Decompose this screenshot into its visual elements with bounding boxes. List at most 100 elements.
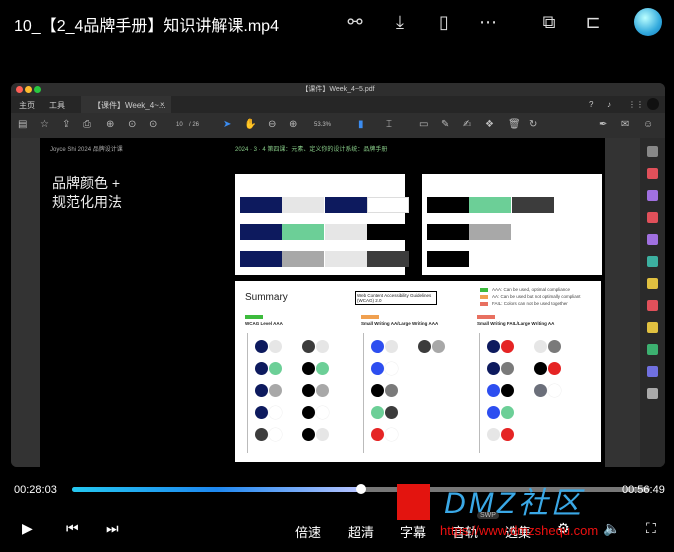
page-count: / 26 [189, 122, 200, 128]
organize-icon[interactable] [647, 212, 658, 223]
more-tools-icon[interactable] [647, 388, 658, 399]
mail-icon[interactable]: ✉ [621, 119, 629, 130]
tab-document-label[interactable]: 【课件】Week_4~... [93, 100, 166, 111]
color-circle [316, 362, 329, 375]
edit-pdf-icon[interactable] [647, 190, 658, 201]
subtitle-button[interactable]: 字幕 [400, 522, 426, 541]
zoom-out-icon[interactable]: ⊖ [268, 119, 276, 130]
page-number[interactable]: 10 [176, 122, 183, 128]
search-icon[interactable] [647, 146, 658, 157]
shapes-icon[interactable]: ❖ [485, 119, 494, 130]
upload-icon[interactable]: ⇪ [62, 119, 70, 130]
fullscreen-icon[interactable]: ⛶ [646, 520, 656, 537]
export-pdf-icon[interactable] [647, 168, 658, 179]
zoom-search-icon[interactable]: ⊕ [106, 119, 114, 130]
color-circle [548, 384, 561, 397]
minimize-window-button[interactable] [25, 86, 32, 93]
next-icon[interactable]: ⏭ [106, 520, 119, 537]
right-panel [605, 138, 640, 467]
tab-row: 主页 工具 【课件】Week_4~... × ? ♪ ⋮⋮ [11, 96, 665, 113]
summary-column: Small Writing FAIL/Large Writing AA [477, 315, 595, 460]
tab-home[interactable]: 主页 [19, 100, 35, 111]
divider [479, 333, 480, 453]
color-circle [316, 384, 329, 397]
print-icon[interactable]: ⎙ [83, 119, 91, 130]
level-tag [245, 315, 263, 319]
rotate-icon[interactable]: ↻ [529, 119, 537, 130]
window-title: 【课件】Week_4~5.pdf [301, 86, 375, 93]
share-tool-icon[interactable] [647, 344, 658, 355]
column-title: Small Writing FAIL/Large Writing AA [477, 321, 555, 326]
color-circle [487, 384, 500, 397]
color-circle [385, 384, 398, 397]
sign-icon[interactable]: ✒ [599, 119, 607, 130]
delete-icon[interactable]: 🗑 [508, 119, 521, 130]
phone-icon[interactable]: ▯ [432, 10, 456, 34]
color-circle [255, 428, 268, 441]
bell-icon[interactable]: ♪ [607, 100, 611, 109]
download-icon[interactable]: ⤓ [388, 10, 412, 34]
seek-progress [72, 487, 361, 492]
summary-title: Summary [245, 292, 288, 303]
fill-sign-icon[interactable] [647, 234, 658, 245]
highlight-icon[interactable]: ✍ [463, 119, 471, 130]
color-circle [371, 384, 384, 397]
protect-icon[interactable] [647, 300, 658, 311]
color-circle [534, 340, 547, 353]
zoom-in-icon[interactable]: ⊕ [289, 119, 297, 130]
scan-icon[interactable] [647, 256, 658, 267]
help-icon[interactable]: ? [589, 100, 593, 109]
color-circle [548, 362, 561, 375]
volume-icon[interactable]: 🔈 [603, 520, 620, 537]
color-circle [371, 340, 384, 353]
comment-tool-icon[interactable] [647, 322, 658, 333]
zoom-level[interactable]: 53.3% [314, 122, 331, 128]
page-up-icon[interactable]: ⊙ [128, 119, 136, 130]
play-icon[interactable]: ▶ [22, 520, 33, 537]
color-circle [501, 384, 514, 397]
quality-button[interactable]: 超清 [348, 522, 374, 541]
color-combinations-panel-1 [235, 174, 409, 275]
more-icon[interactable]: ⋯ [476, 10, 500, 34]
pip-icon[interactable]: ⧉ [537, 10, 561, 34]
page-view-icon[interactable]: ▮ [358, 119, 364, 130]
tab-close-icon[interactable]: × [160, 100, 165, 109]
comment-icon[interactable]: ▭ [419, 119, 428, 130]
select-cursor-icon[interactable]: ➤ [223, 119, 231, 130]
star-icon[interactable]: ☆ [40, 119, 49, 130]
account-icon[interactable]: ☺ [643, 119, 653, 130]
level-tag [477, 315, 495, 319]
page-down-icon[interactable]: ⊙ [149, 119, 157, 130]
color-circle [302, 428, 315, 441]
color-circle [385, 406, 398, 419]
color-circle [487, 340, 500, 353]
hand-icon[interactable]: ✋ [244, 119, 256, 130]
color-circle [534, 362, 547, 375]
color-circle [269, 406, 282, 419]
level-tag [361, 315, 379, 319]
color-circle [501, 340, 514, 353]
stamp-icon[interactable]: ⌶ [386, 119, 392, 130]
wcag-link[interactable]: Web Content Accessibility Guidelines (WC… [355, 291, 437, 305]
pdf-toolbar: ▤ ☆ ⇪ ⎙ ⊕ ⊙ ⊙ 10 / 26 ➤ ✋ ⊖ ⊕ 53.3% ▮ ⌶ … [11, 113, 665, 138]
compress-icon[interactable] [647, 278, 658, 289]
color-circle [269, 384, 282, 397]
share-icon[interactable]: ⚯ [343, 10, 367, 34]
color-circle [269, 340, 282, 353]
maximize-window-button[interactable] [34, 86, 41, 93]
shield-icon[interactable] [647, 366, 658, 377]
seek-handle[interactable] [356, 484, 366, 494]
pen-icon[interactable]: ✎ [441, 119, 449, 130]
pin-icon[interactable]: ⊏ [581, 10, 605, 34]
slide-heading: 品牌颜色 + 规范化用法 [52, 174, 122, 212]
previous-icon[interactable]: ⏮ [66, 520, 79, 537]
close-window-button[interactable] [16, 86, 23, 93]
color-circle [487, 406, 500, 419]
avatar[interactable] [634, 8, 662, 36]
tab-tools[interactable]: 工具 [49, 100, 65, 111]
apps-icon[interactable]: ⋮⋮ [628, 100, 644, 109]
video-title: 10_【2_4品牌手册】知识讲解课.mp4 [14, 18, 279, 35]
profile-icon[interactable] [647, 98, 659, 110]
speed-button[interactable]: 倍速 [295, 522, 321, 541]
document-icon[interactable]: ▤ [18, 119, 27, 130]
